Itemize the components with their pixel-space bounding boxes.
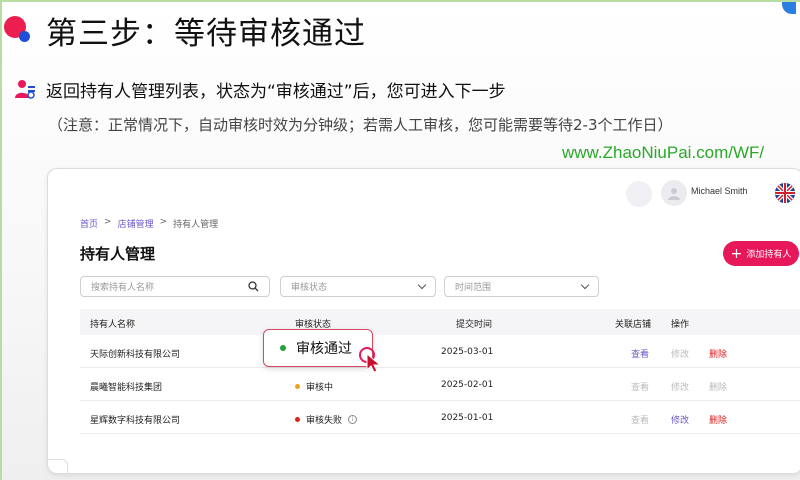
view-link[interactable]: 查看 <box>631 347 649 360</box>
holder-name: 天际创新科技有限公司 <box>90 350 181 360</box>
holder-name: 星辉数字科技有限公司 <box>90 416 181 426</box>
user-settings-icon <box>15 80 35 99</box>
chevron-down-icon <box>580 280 590 290</box>
step-description: 返回持有人管理列表，状态为“审核通过”后，您可进入下一步 <box>46 82 506 102</box>
scrollbar-corner <box>48 459 68 473</box>
info-icon[interactable]: i <box>348 415 358 424</box>
uk-flag-icon[interactable] <box>775 183 795 203</box>
app-window: Michael Smith 首页 > 店铺管理 > 持有人管理 持有人管理 + … <box>47 168 800 474</box>
page-title: 持有人管理 <box>80 245 156 263</box>
col-actions: 操作 <box>671 320 690 330</box>
note-text: （注意：正常情况下，自动审核时效为分钟级；若需人工审核，您可能需要等待2-3个工… <box>48 116 673 134</box>
status-text: 审核中 <box>306 383 334 393</box>
breadcrumb-separator: > <box>159 217 168 227</box>
col-store: 关联店铺 <box>615 320 652 330</box>
view-link[interactable]: 查看 <box>631 413 649 426</box>
time-range-select[interactable]: 时间范围 <box>444 276 599 297</box>
status-badge: 审核中 <box>295 380 333 393</box>
edit-link[interactable]: 修改 <box>671 413 689 426</box>
breadcrumb-current: 持有人管理 <box>173 220 219 230</box>
chevron-down-icon <box>417 280 427 290</box>
pointer-cursor-icon <box>359 347 382 372</box>
approved-status-callout: 审核通过 <box>263 329 373 367</box>
table-row: 星辉数字科技有限公司 审核失败 i 2025-01-01 查看 修改 删除 <box>80 401 800 434</box>
submit-date: 2025-01-01 <box>441 413 494 423</box>
status-text: 审核失败 <box>306 416 343 426</box>
col-name: 持有人名称 <box>90 320 136 330</box>
edit-link[interactable]: 修改 <box>671 380 689 393</box>
avatar[interactable] <box>661 180 687 206</box>
user-name[interactable]: Michael Smith <box>691 186 748 196</box>
col-submitted: 提交时间 <box>456 320 493 330</box>
table-row: 天际创新科技有限公司 2025-03-01 查看 修改 删除 <box>80 335 800 368</box>
search-placeholder: 搜索持有人名称 <box>91 283 155 293</box>
watermark-url: www.ZhaoNiuPai.com/WF/ <box>562 143 765 162</box>
decor-blue-dot <box>19 31 30 42</box>
breadcrumb-home[interactable]: 首页 <box>80 217 98 230</box>
add-holder-label: 添加持有人 <box>746 250 792 260</box>
delete-link[interactable]: 删除 <box>709 347 727 360</box>
user-icon <box>668 188 680 200</box>
delete-link[interactable]: 删除 <box>709 413 727 426</box>
time-select-placeholder: 时间范围 <box>455 283 492 293</box>
plus-icon: + <box>730 245 743 262</box>
failed-dot <box>295 417 300 422</box>
add-holder-button[interactable]: + 添加持有人 <box>723 241 799 266</box>
search-icon <box>248 281 259 292</box>
status-badge: 审核失败 i <box>295 413 358 426</box>
breadcrumb-store[interactable]: 店铺管理 <box>118 217 154 230</box>
slide-title: 第三步：等待审核通过 <box>46 16 366 52</box>
table-row: 晨曦智能科技集团 审核中 2025-02-01 查看 修改 删除 <box>80 368 800 401</box>
status-select-placeholder: 审核状态 <box>291 283 328 293</box>
holder-name: 晨曦智能科技集团 <box>90 383 163 393</box>
approved-dot <box>280 345 286 351</box>
status-text: 审核通过 <box>296 341 352 357</box>
table-header: 持有人名称 审核状态 提交时间 关联店铺 操作 <box>80 309 800 335</box>
search-input[interactable]: 搜索持有人名称 <box>80 276 270 297</box>
breadcrumb: 首页 > 店铺管理 > 持有人管理 <box>80 217 218 230</box>
delete-link[interactable]: 删除 <box>709 380 727 393</box>
status-select[interactable]: 审核状态 <box>280 276 436 297</box>
view-link[interactable]: 查看 <box>631 380 649 393</box>
breadcrumb-separator: > <box>104 217 112 227</box>
submit-date: 2025-03-01 <box>441 347 494 357</box>
edit-link[interactable]: 修改 <box>671 347 689 360</box>
submit-date: 2025-02-01 <box>441 380 494 390</box>
pending-dot <box>295 384 300 389</box>
theme-toggle-button[interactable] <box>626 181 652 207</box>
